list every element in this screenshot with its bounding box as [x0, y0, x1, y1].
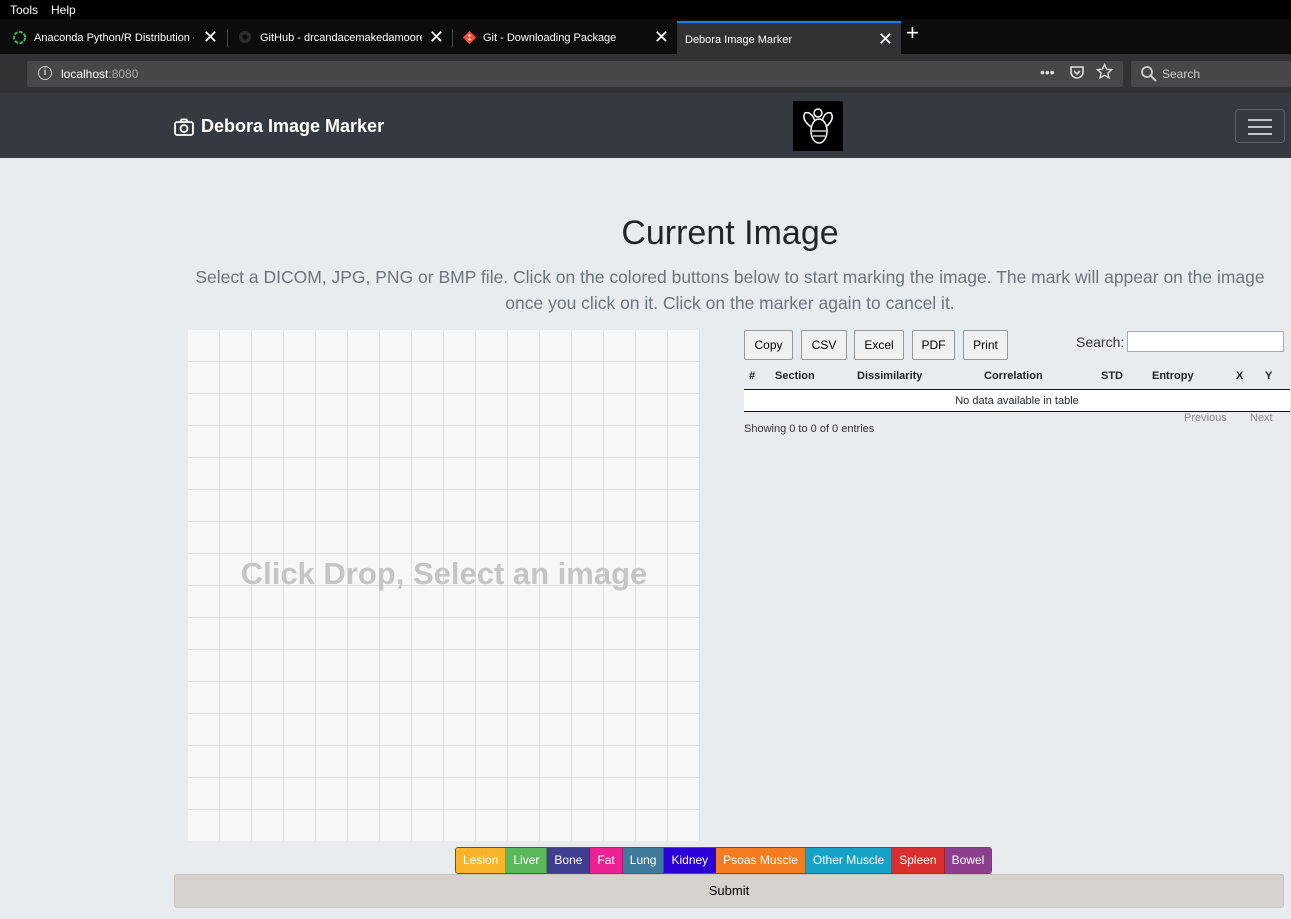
copy-button[interactable]: Copy [744, 330, 793, 360]
table-header: # Section Dissimilarity Correlation STD … [744, 368, 1290, 390]
marker-kidney-button[interactable]: Kidney [664, 848, 717, 873]
new-tab-button[interactable]: + [906, 22, 919, 44]
tab-debora-active[interactable]: Debora Image Marker ✕ [677, 21, 901, 54]
close-tab-icon[interactable]: ✕ [654, 28, 669, 46]
close-tab-icon[interactable]: ✕ [203, 28, 218, 46]
tab-title: Git - Downloading Package [483, 32, 617, 44]
close-tab-icon[interactable]: ✕ [429, 28, 444, 46]
dropzone-placeholder: Click Drop, Select an image [240, 556, 648, 591]
git-icon [462, 30, 477, 45]
column-header[interactable]: STD [1101, 370, 1123, 382]
table-empty-row: No data available in table [744, 390, 1290, 412]
github-icon [238, 30, 252, 44]
anaconda-icon [12, 30, 27, 45]
marker-fat-button[interactable]: Fat [590, 848, 623, 873]
tab-title: GitHub - drcandacemakedamoore/... [260, 32, 422, 44]
brand-title: Debora Image Marker [201, 116, 385, 136]
column-header[interactable]: # [749, 370, 755, 382]
menu-line [1248, 119, 1272, 121]
marker-lung-button[interactable]: Lung [622, 848, 665, 873]
url-host: localhost [61, 67, 109, 81]
browser-search-placeholder: Search [1162, 67, 1201, 81]
tab-anaconda[interactable]: Anaconda Python/R Distribution - ... ✕ [2, 21, 226, 54]
url-text[interactable]: localhost:8080 [61, 67, 138, 81]
search-icon [1141, 66, 1157, 82]
close-tab-icon[interactable]: ✕ [878, 30, 893, 48]
excel-button[interactable]: Excel [854, 330, 904, 360]
bookmark-star-icon[interactable] [1096, 63, 1113, 80]
previous-page-button[interactable]: Previous [1184, 412, 1227, 424]
tab-github[interactable]: GitHub - drcandacemakedamoore/... ✕ [228, 21, 452, 54]
menu-bar: Tools Help [0, 0, 1291, 19]
csv-button[interactable]: CSV [801, 330, 847, 360]
page-title: Current Image [621, 214, 839, 252]
tab-bar: Anaconda Python/R Distribution - ... ✕ G… [0, 19, 1291, 54]
url-port: :8080 [108, 67, 139, 81]
info-icon[interactable]: i [38, 66, 52, 80]
column-header[interactable]: Y [1265, 370, 1272, 382]
tab-git[interactable]: Git - Downloading Package ✕ [453, 21, 677, 54]
column-header[interactable]: Correlation [984, 370, 1043, 382]
pocket-icon[interactable] [1069, 64, 1085, 80]
column-header[interactable]: X [1236, 370, 1243, 382]
tab-title: Debora Image Marker [685, 34, 792, 46]
marker-spleen-button[interactable]: Spleen [892, 848, 945, 873]
column-header[interactable]: Dissimilarity [857, 370, 922, 382]
marker-bowel-button[interactable]: Bowel [944, 848, 992, 873]
table-info: Showing 0 to 0 of 0 entries [744, 423, 875, 435]
camera-icon [174, 118, 194, 136]
menu-help[interactable]: Help [51, 3, 76, 17]
brand-link[interactable]: Debora Image Marker [174, 116, 384, 137]
navbar-toggle-button[interactable] [1235, 109, 1285, 143]
table-search-label: Search: [1076, 334, 1125, 350]
next-page-button[interactable]: Next [1250, 412, 1273, 424]
menu-line [1248, 133, 1272, 135]
marker-lesion-button[interactable]: Lesion [456, 848, 507, 873]
more-actions-icon[interactable]: ••• [1040, 64, 1055, 80]
marker-button-group: Lesion Liver Bone Fat Lung Kidney Psoas … [455, 847, 993, 874]
table-search-input[interactable] [1127, 331, 1284, 352]
image-dropzone[interactable]: Click Drop, Select an image [188, 330, 700, 841]
pdf-button[interactable]: PDF [912, 330, 955, 360]
column-header[interactable]: Entropy [1152, 370, 1194, 382]
bee-logo [793, 101, 843, 151]
marker-other-muscle-button[interactable]: Other Muscle [805, 848, 893, 873]
instructions-text: Select a DICOM, JPG, PNG or BMP file. Cl… [195, 267, 1265, 313]
submit-button[interactable]: Submit [174, 874, 1284, 908]
menu-line [1248, 126, 1272, 128]
marker-bone-button[interactable]: Bone [547, 848, 591, 873]
print-button[interactable]: Print [963, 330, 1008, 360]
column-header[interactable]: Section [775, 370, 815, 382]
menu-tools[interactable]: Tools [10, 3, 38, 17]
tab-title: Anaconda Python/R Distribution - ... [34, 32, 194, 44]
marker-liver-button[interactable]: Liver [506, 848, 548, 873]
url-bar[interactable] [27, 61, 1123, 87]
marker-psoas-muscle-button[interactable]: Psoas Muscle [716, 848, 806, 873]
